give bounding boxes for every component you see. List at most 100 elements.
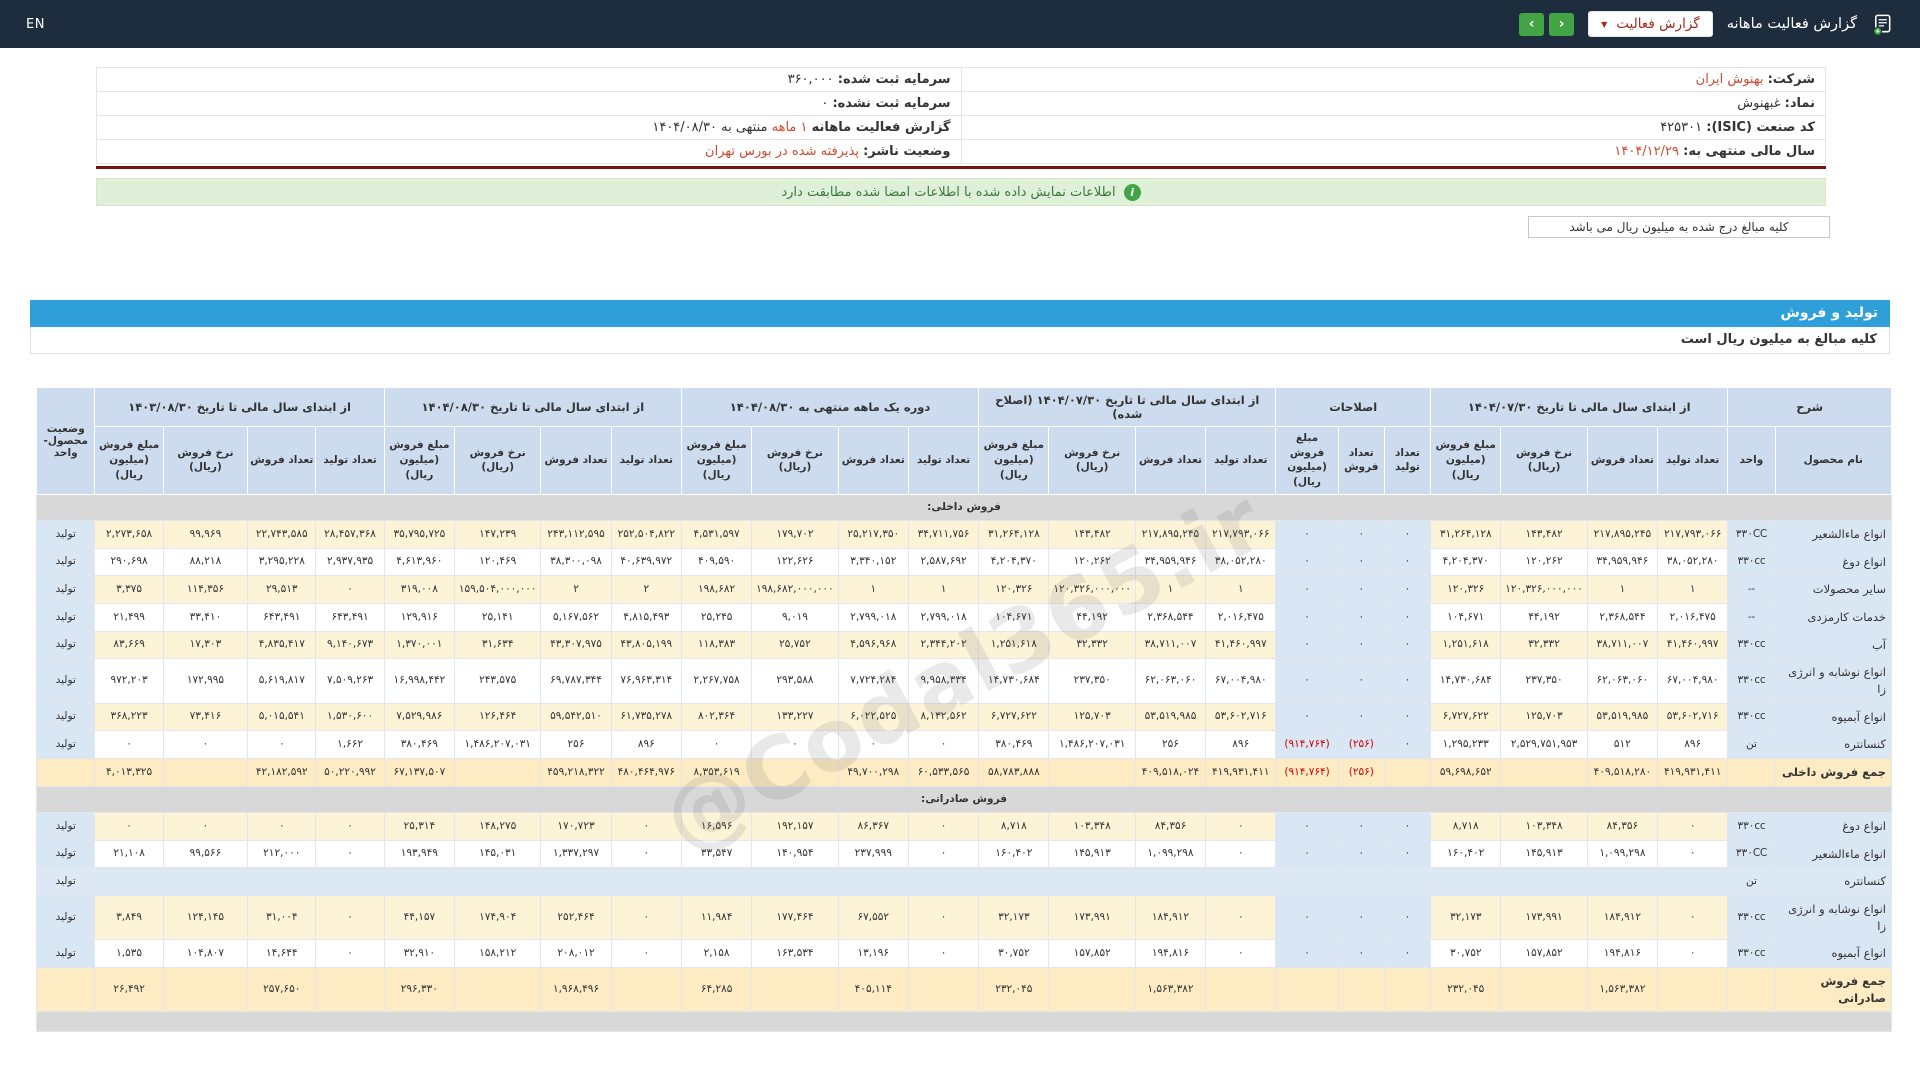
- table-cell: ۰: [1657, 894, 1729, 941]
- table-cell: ۸۸,۲۱۸: [162, 547, 249, 577]
- table-cell: ۰: [1275, 519, 1339, 549]
- product-name: خدمات کارمزدی: [1774, 602, 1893, 632]
- table-cell: [1205, 867, 1277, 896]
- info-row: کد صنعت (ISIC): ۴۲۵۳۰۱ گزارش فعالیت ماهان…: [96, 115, 1826, 140]
- table-cell: ۳۲,۹۱۰: [383, 939, 456, 968]
- table-cell: ۱۴,۷۳۰,۶۸۴: [978, 658, 1050, 704]
- company-link[interactable]: بهنوش ایران: [1696, 72, 1764, 87]
- product-name: انواع نوشابه و انرژی زا: [1774, 658, 1893, 704]
- table-cell: ۲۹۶,۳۳۰: [383, 966, 456, 1013]
- table-cell: ۱۸۴,۹۱۲: [1586, 894, 1659, 941]
- table-cell: ۲۰۸,۰۱۲: [540, 939, 612, 968]
- table-cell: ۰: [315, 939, 385, 968]
- table-cell: ۳,۳۴۰,۱۵۲: [837, 547, 909, 577]
- table-cell: ۱۶,۹۹۸,۴۴۲: [383, 658, 456, 704]
- table-cell: ۱۰۴,۶۷۱: [978, 602, 1050, 632]
- table-cell: ۸,۷۱۸: [1430, 811, 1502, 841]
- table-cell: ۱: [1586, 575, 1659, 604]
- table-cell: ۲۶,۴۹۲: [94, 966, 164, 1013]
- table-cell: [751, 966, 839, 1013]
- info-label: وضعیت ناشر:: [863, 144, 951, 159]
- table-cell: ۷,۵۰۹,۲۶۳: [315, 658, 385, 704]
- product-unit: ۳۳۰cc: [1727, 658, 1776, 704]
- table-cell: ۰: [751, 730, 839, 760]
- table-cell: ۴۱۹,۹۳۱,۴۱۱: [1657, 758, 1729, 787]
- table-cell: ۰: [1275, 839, 1339, 869]
- page-title: گزارش فعالیت ماهانه: [1726, 16, 1857, 32]
- status-column-header: وضعیت محصول- واحد: [35, 387, 96, 495]
- table-cell: ۱,۴۸۶,۲۰۷,۰۳۱: [454, 730, 542, 760]
- next-period-button[interactable]: ‹: [1549, 12, 1575, 36]
- table-cell: ۱۴۸,۲۷۵: [454, 811, 542, 841]
- table-cell: ۱۲۵,۷۰۳: [1500, 702, 1588, 732]
- table-cell: ۲۱۷,۷۹۳,۰۶۶: [1657, 519, 1729, 549]
- table-cell: ۶۷,۰۰۴,۹۸۰: [1205, 658, 1277, 704]
- table-cell: ۰: [94, 811, 164, 841]
- language-toggle[interactable]: EN: [26, 17, 45, 32]
- table-cell: [1383, 966, 1432, 1013]
- table-cell: [1048, 758, 1136, 787]
- table-cell: ۲,۷۹۹,۰۱۸: [907, 602, 980, 632]
- product-name: انواع آبمیوه: [1774, 939, 1893, 968]
- table-cell: [162, 867, 249, 896]
- table-cell: ۱,۵۶۳,۳۸۲: [1586, 966, 1659, 1013]
- info-label: نماد:: [1784, 96, 1815, 111]
- table-cell: [1657, 867, 1729, 896]
- table-cell: ۰: [1383, 630, 1432, 660]
- prev-period-button[interactable]: ›: [1519, 12, 1545, 36]
- product-status: تولید: [35, 702, 96, 732]
- info-row: شرکت: بهنوش ایران سرمایه ثبت شده: ۳۶۰,۰۰۰: [96, 67, 1826, 92]
- table-cell: [1383, 867, 1432, 896]
- table-cell: ۸۶,۳۶۷: [837, 811, 909, 841]
- table-cell: ۰: [1383, 575, 1432, 604]
- report-type-dropdown[interactable]: گزارش فعالیت ▼: [1588, 11, 1713, 37]
- table-cell: ۷۶,۹۶۳,۳۱۴: [610, 658, 682, 704]
- table-cell: ۱۱۴,۳۵۶: [162, 575, 249, 604]
- table-cell: ۰: [1275, 658, 1339, 704]
- table-cell: ۱,۵۶۳,۳۸۲: [1134, 966, 1207, 1013]
- table-cell: ۹۹,۵۶۶: [162, 839, 249, 869]
- table-cell: ۱,۴۸۶,۲۰۷,۰۳۱: [1048, 730, 1136, 760]
- table-cell: ۱,۳۷۰,۰۰۱: [383, 630, 456, 660]
- table-row: انواع دوغ ۳۳۰cc ۳۸,۰۵۲,۲۸۰ ۳۴,۹۵۹,۹۴۶ ۱۲۰,۲۶…: [35, 547, 1893, 577]
- table-cell: ۸,۳۵۳,۶۱۹: [680, 758, 753, 787]
- table-cell: ۰: [247, 811, 317, 841]
- production-table: شرح از ابتدای سال مالی تا تاریخ ۱۴۰۴/۰۷/۳…: [35, 387, 1893, 1033]
- column-header: واحد: [1727, 426, 1776, 495]
- product-name: جمع فروش صادراتی: [1774, 966, 1893, 1013]
- table-cell: ۰: [1275, 894, 1339, 941]
- table-cell: ۱,۹۶۸,۴۹۶: [540, 966, 612, 1013]
- table-cell: [1337, 867, 1385, 896]
- table-cell: ۸,۱۳۲,۵۶۲: [907, 702, 980, 732]
- table-cell: ۰: [1337, 519, 1385, 549]
- table-cell: ۹,۰۱۹: [751, 602, 839, 632]
- table-cell: ۲۸,۴۵۷,۳۶۸: [315, 519, 385, 549]
- table-cell: ۷,۷۲۴,۲۸۴: [837, 658, 909, 704]
- report-document-icon[interactable]: [1871, 13, 1894, 36]
- table-cell: ۳۱,۶۳۴: [454, 630, 542, 660]
- table-cell: ۰: [1383, 894, 1432, 941]
- table-row: انواع نوشابه و انرژی زا ۳۳۰cc ۶۷,۰۰۴,۹۸۰ ۶۲…: [35, 658, 1893, 704]
- table-cell: [610, 966, 682, 1013]
- table-cell: ۲۵,۲۱۷,۳۵۰: [837, 519, 909, 549]
- table-cell: ۶۷,۵۵۲: [837, 894, 909, 941]
- table-cell: ۳۰,۷۵۲: [978, 939, 1050, 968]
- info-cell: شرکت: بهنوش ایران: [960, 67, 1826, 92]
- column-header: تعداد تولید: [1205, 426, 1277, 495]
- column-group-header: از ابتدای سال مالی تا تاریخ ۱۴۰۴/۰۷/۳۰: [1430, 387, 1729, 427]
- table-cell: ۵۹,۵۴۲,۵۱۰: [540, 702, 612, 732]
- product-status: تولید: [35, 519, 96, 549]
- table-cell: ۰: [907, 811, 980, 841]
- column-header: تعداد فروش: [1337, 426, 1385, 495]
- table-cell: [751, 867, 839, 896]
- info-value: ۰: [821, 96, 829, 111]
- table-cell: ۴۳,۸۰۵,۱۹۹: [610, 630, 682, 660]
- table-cell: ۶۲,۰۶۳,۰۶۰: [1134, 658, 1207, 704]
- table-cell: ۱۵۸,۲۱۲: [454, 939, 542, 968]
- table-cell: ۰: [1337, 839, 1385, 869]
- table-cell: ۶۴۳,۴۹۱: [315, 602, 385, 632]
- table-cell: ۳۱۹,۰۰۸: [383, 575, 456, 604]
- table-cell: ۴۳,۳۰۷,۹۷۵: [540, 630, 612, 660]
- column-header: تعداد فروش: [540, 426, 612, 495]
- table-cell: ۲,۰۱۶,۴۷۵: [1205, 602, 1277, 632]
